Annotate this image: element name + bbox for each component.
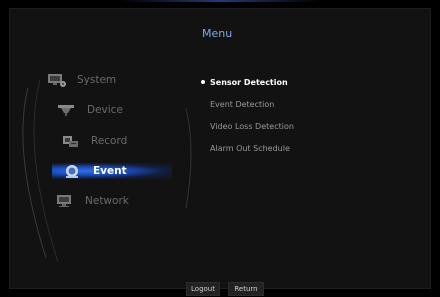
monitor-gear-icon bbox=[48, 74, 66, 87]
submenu-item-video-loss-detection[interactable]: Video Loss Detection bbox=[210, 122, 294, 131]
sidebar-item-record[interactable]: Record bbox=[61, 132, 127, 150]
camera-icon bbox=[58, 105, 74, 116]
sidebar-item-label: Network bbox=[85, 195, 129, 207]
sidebar-item-network[interactable]: Network bbox=[55, 192, 129, 210]
submenu-item-event-detection[interactable]: Event Detection bbox=[210, 100, 274, 109]
sidebar-item-event[interactable]: Event bbox=[63, 162, 127, 180]
sidebar-item-label: Record bbox=[91, 135, 128, 147]
sidebar-item-label: Device bbox=[87, 104, 123, 116]
sidebar-item-device[interactable]: Device bbox=[57, 101, 123, 119]
network-icon bbox=[57, 195, 71, 207]
dvr-menu-screen: Menu System Device Record Event Network … bbox=[0, 0, 440, 297]
sidebar-item-label: Event bbox=[93, 165, 127, 177]
event-icon bbox=[66, 165, 78, 178]
sidebar-item-system[interactable]: System bbox=[47, 71, 116, 89]
selected-bullet-icon bbox=[201, 80, 205, 84]
submenu-item-sensor-detection[interactable]: Sensor Detection bbox=[210, 78, 288, 87]
logout-button[interactable]: Logout bbox=[186, 282, 220, 296]
submenu-item-alarm-out-schedule[interactable]: Alarm Out Schedule bbox=[210, 144, 290, 153]
return-button[interactable]: Return bbox=[228, 282, 264, 296]
sidebar-item-label: System bbox=[77, 74, 117, 86]
recorder-icon bbox=[63, 136, 78, 147]
